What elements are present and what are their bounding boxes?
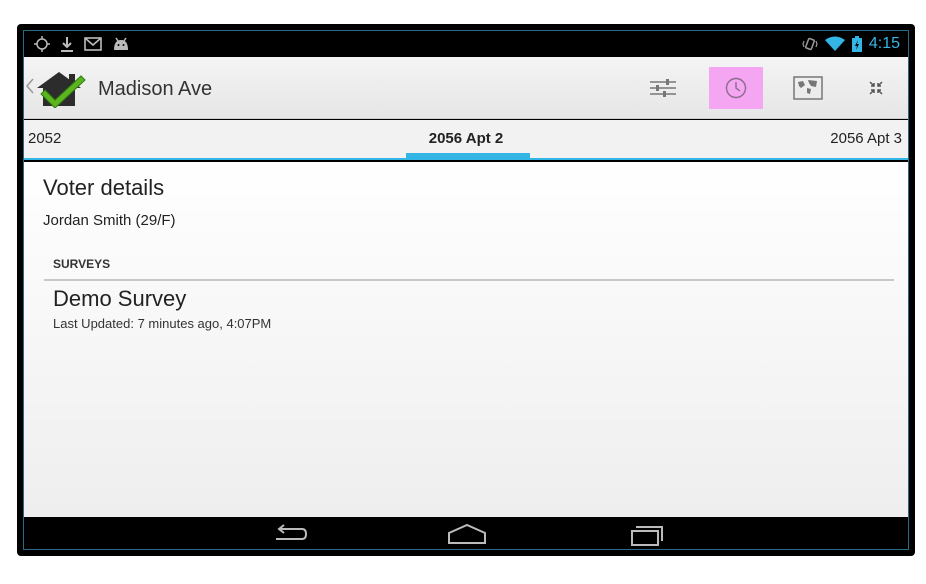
nav-bar <box>24 517 908 549</box>
address-tabs: 2052 2056 Apt 2 2056 Apt 3 <box>24 120 908 160</box>
voter-details-panel: Voter details Jordan Smith (29/F) SURVEY… <box>24 162 908 517</box>
vibrate-icon <box>802 37 818 51</box>
surveys-header: SURVEYS <box>53 257 111 271</box>
survey-name[interactable]: Demo Survey <box>53 286 186 312</box>
battery-icon <box>851 36 862 52</box>
status-time: 4:15 <box>868 35 900 52</box>
history-clock-icon <box>725 77 747 99</box>
collapse-icon <box>869 81 883 95</box>
up-caret-icon[interactable] <box>26 78 34 94</box>
gmail-icon <box>84 37 102 51</box>
section-title: Voter details <box>43 175 165 200</box>
action-bar: Madison Ave <box>24 57 908 119</box>
history-button[interactable] <box>709 67 763 109</box>
divider <box>44 279 894 281</box>
tab-2056-apt-2[interactable]: 2056 Apt 2 <box>422 130 510 148</box>
tab-2056-apt-3[interactable]: 2056 Apt 3 <box>830 130 902 148</box>
recents-icon[interactable] <box>630 523 666 547</box>
android-icon <box>114 37 128 50</box>
home-icon[interactable] <box>447 523 487 545</box>
location-icon <box>34 36 50 52</box>
back-icon[interactable] <box>272 523 308 545</box>
page-title: Madison Ave <box>98 78 213 100</box>
survey-last-updated: Last Updated: 7 minutes ago, 4:07PM <box>53 316 271 331</box>
last-updated-label: Last Updated: <box>53 316 134 331</box>
status-bar: 4:15 <box>24 31 908 57</box>
wifi-icon <box>824 36 845 51</box>
app-logo-icon[interactable] <box>35 68 87 108</box>
map-button[interactable] <box>781 67 835 109</box>
voter-name: Jordan Smith (29/F) <box>43 212 176 229</box>
filter-sliders-icon <box>650 79 676 97</box>
collapse-button[interactable] <box>849 67 903 109</box>
device-screen: 4:15 Madison Ave 2052 2056 Apt 2 2056 Ap… <box>23 30 909 550</box>
device-frame: 4:15 Madison Ave 2052 2056 Apt 2 2056 Ap… <box>17 24 915 556</box>
tab-2052[interactable]: 2052 <box>28 130 61 148</box>
download-icon <box>61 37 73 52</box>
filter-button[interactable] <box>636 67 690 109</box>
last-updated-value: 7 minutes ago, 4:07PM <box>137 316 272 331</box>
tab-indicator <box>406 153 530 158</box>
map-icon <box>793 76 823 100</box>
